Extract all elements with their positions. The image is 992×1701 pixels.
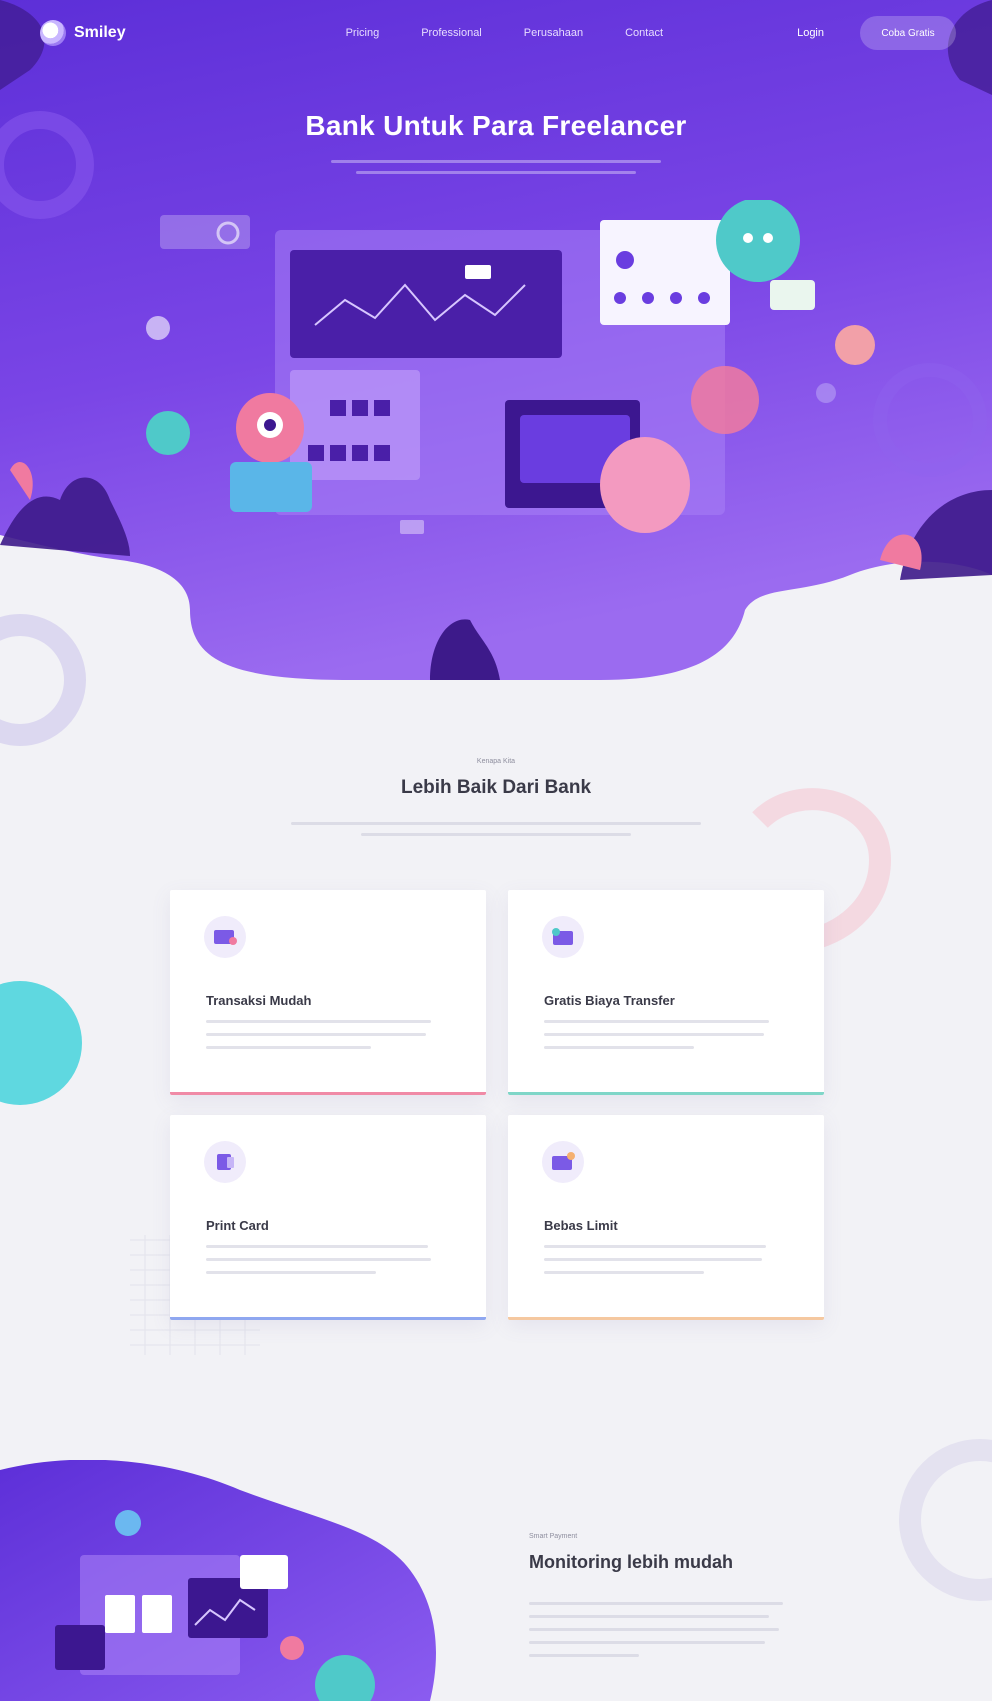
feature-card-text-placeholder — [206, 1020, 436, 1059]
cta-button[interactable]: Coba Gratis — [860, 16, 956, 50]
nav-links: Pricing Professional Perusahaan Contact — [346, 27, 663, 39]
top-navbar: Smiley Pricing Professional Perusahaan C… — [0, 0, 992, 66]
card-accent-bar — [508, 1092, 824, 1095]
hero-subtitle-placeholder — [320, 160, 672, 182]
feature-card-transaksi[interactable]: Transaksi Mudah — [170, 890, 486, 1095]
monitoring-description-placeholder — [529, 1602, 785, 1667]
feature-card-title: Print Card — [206, 1218, 269, 1233]
feature-card-title: Bebas Limit — [544, 1218, 618, 1233]
feature-cards: Transaksi Mudah Gratis Biaya Transfer Pr… — [170, 890, 824, 1325]
card-accent-bar — [170, 1092, 486, 1095]
decorative-ring — [899, 1439, 992, 1601]
nav-link-pricing[interactable]: Pricing — [346, 27, 380, 39]
nav-actions: Login Coba Gratis — [797, 16, 956, 50]
feature-card-bebas-limit[interactable]: Bebas Limit — [508, 1115, 824, 1320]
wallet-icon — [204, 916, 246, 958]
nav-link-contact[interactable]: Contact — [625, 27, 663, 39]
feature-card-print-card[interactable]: Print Card — [170, 1115, 486, 1320]
feature-card-title: Transaksi Mudah — [206, 993, 312, 1008]
feature-card-text-placeholder — [544, 1020, 774, 1059]
card-accent-bar — [508, 1317, 824, 1320]
hero-title: Bank Untuk Para Freelancer — [305, 110, 687, 141]
card-accent-bar — [170, 1317, 486, 1320]
features-description-placeholder — [288, 822, 704, 844]
monitoring-title: Monitoring lebih mudah — [529, 1552, 733, 1572]
monitoring-eyebrow: Smart Payment — [529, 1533, 578, 1540]
features-eyebrow: Kenapa Kita — [476, 758, 516, 765]
feature-card-title: Gratis Biaya Transfer — [544, 993, 675, 1008]
limit-icon — [542, 1141, 584, 1183]
feature-card-text-placeholder — [544, 1245, 774, 1284]
transfer-icon — [542, 916, 584, 958]
brand[interactable]: Smiley — [40, 20, 126, 46]
features-title: Lebih Baik Dari Bank — [400, 777, 592, 798]
feature-card-gratis-transfer[interactable]: Gratis Biaya Transfer — [508, 890, 824, 1095]
feature-card-text-placeholder — [206, 1245, 436, 1284]
login-link[interactable]: Login — [797, 27, 824, 39]
nav-link-professional[interactable]: Professional — [421, 27, 482, 39]
card-icon — [204, 1141, 246, 1183]
monitoring-illustration — [0, 1459, 460, 1701]
smiley-logo-icon — [40, 20, 66, 46]
brand-name: Smiley — [74, 24, 126, 41]
nav-link-perusahaan[interactable]: Perusahaan — [524, 27, 583, 39]
